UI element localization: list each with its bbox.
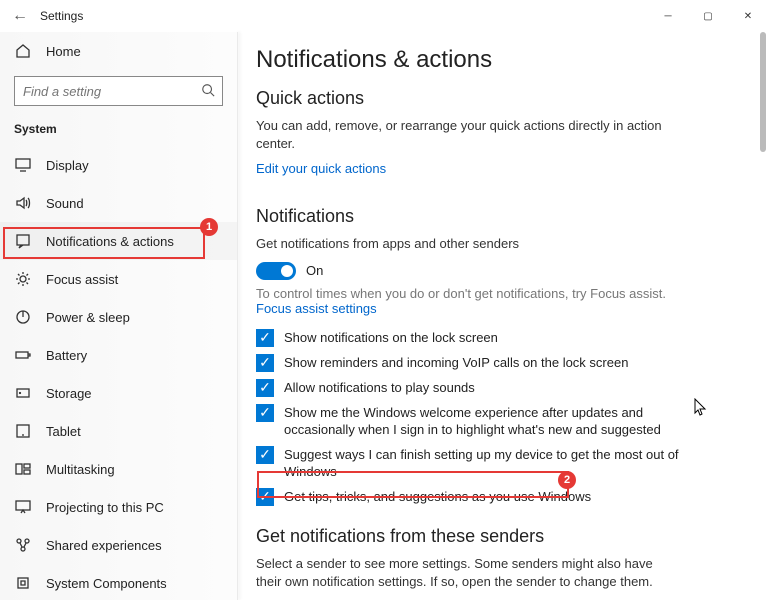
home-button[interactable]: Home (0, 32, 237, 70)
nav-battery[interactable]: Battery (0, 336, 237, 374)
back-button[interactable]: ← (0, 7, 40, 25)
checkbox-box[interactable]: ✓ (256, 354, 274, 372)
power-icon (14, 309, 32, 325)
notification-checkboxes: ✓ Show notifications on the lock screen ✓ S… (256, 329, 736, 506)
notifications-toggle[interactable] (256, 262, 296, 280)
checkbox-2[interactable]: ✓ Allow notifications to play sounds (256, 379, 686, 397)
nav-projecting[interactable]: Projecting to this PC (0, 488, 237, 526)
checkbox-1[interactable]: ✓ Show reminders and incoming VoIP calls … (256, 354, 686, 372)
checkbox-box[interactable]: ✓ (256, 379, 274, 397)
nav-storage[interactable]: Storage (0, 374, 237, 412)
home-label: Home (46, 44, 81, 59)
checkbox-box[interactable]: ✓ (256, 404, 274, 422)
section-label: System (0, 116, 237, 146)
components-icon (14, 575, 32, 591)
checkbox-label: Suggest ways I can finish setting up my … (284, 446, 686, 481)
storage-icon (14, 385, 32, 401)
focus-assist-icon (14, 271, 32, 287)
sidebar: Home System Display Sound Notifications … (0, 32, 238, 600)
checkbox-label: Show me the Windows welcome experience a… (284, 404, 686, 439)
tablet-icon (14, 423, 32, 439)
notifications-desc: Get notifications from apps and other se… (256, 235, 676, 253)
search-box[interactable] (14, 76, 223, 106)
projecting-icon (14, 499, 32, 515)
nav-multitasking[interactable]: Multitasking (0, 450, 237, 488)
checkbox-4[interactable]: ✓ Suggest ways I can finish setting up my… (256, 446, 686, 481)
title-bar: ← Settings ─ ▢ ✕ (0, 0, 768, 32)
quick-actions-desc: You can add, remove, or rearrange your q… (256, 117, 676, 153)
home-icon (14, 43, 32, 59)
search-input[interactable] (23, 84, 201, 99)
edit-quick-actions-link[interactable]: Edit your quick actions (256, 161, 386, 176)
maximize-button[interactable]: ▢ (688, 0, 728, 32)
senders-desc: Select a sender to see more settings. So… (256, 555, 676, 591)
checkbox-box[interactable]: ✓ (256, 488, 274, 506)
quick-actions-heading: Quick actions (256, 88, 736, 109)
nav-tablet[interactable]: Tablet (0, 412, 237, 450)
focus-assist-hint: To control times when you do or don't ge… (256, 286, 736, 301)
display-icon (14, 157, 32, 173)
notifications-heading: Notifications (256, 206, 736, 227)
checkbox-3[interactable]: ✓ Show me the Windows welcome experience … (256, 404, 686, 439)
close-button[interactable]: ✕ (728, 0, 768, 32)
notifications-icon (14, 233, 32, 249)
nav-notifications-actions[interactable]: Notifications & actions (0, 222, 237, 260)
battery-icon (14, 347, 32, 363)
checkbox-box[interactable]: ✓ (256, 329, 274, 347)
checkbox-label: Show notifications on the lock screen (284, 329, 498, 347)
sound-icon (14, 195, 32, 211)
nav-system-components[interactable]: System Components (0, 564, 237, 600)
nav-list: Display Sound Notifications & actions Fo… (0, 146, 237, 600)
shared-icon (14, 537, 32, 553)
main-panel: Notifications & actions Quick actions Yo… (238, 32, 768, 600)
checkbox-label: Allow notifications to play sounds (284, 379, 475, 397)
checkbox-5[interactable]: ✓ Get tips, tricks, and suggestions as yo… (256, 488, 686, 506)
nav-display[interactable]: Display (0, 146, 237, 184)
window-title: Settings (40, 9, 83, 23)
focus-assist-settings-link[interactable]: Focus assist settings (256, 301, 377, 316)
nav-sound[interactable]: Sound (0, 184, 237, 222)
checkbox-box[interactable]: ✓ (256, 446, 274, 464)
checkbox-0[interactable]: ✓ Show notifications on the lock screen (256, 329, 686, 347)
multitasking-icon (14, 461, 32, 477)
nav-shared-experiences[interactable]: Shared experiences (0, 526, 237, 564)
page-title: Notifications & actions (256, 46, 736, 74)
nav-power-sleep[interactable]: Power & sleep (0, 298, 237, 336)
nav-focus-assist[interactable]: Focus assist (0, 260, 237, 298)
checkbox-label: Get tips, tricks, and suggestions as you… (284, 488, 591, 506)
scrollbar-thumb[interactable] (760, 32, 766, 152)
senders-heading: Get notifications from these senders (256, 526, 736, 547)
checkbox-label: Show reminders and incoming VoIP calls o… (284, 354, 628, 372)
toggle-label: On (306, 263, 323, 278)
search-icon (201, 83, 215, 100)
minimize-button[interactable]: ─ (648, 0, 688, 32)
content-scroll[interactable]: Notifications & actions Quick actions Yo… (238, 32, 768, 600)
